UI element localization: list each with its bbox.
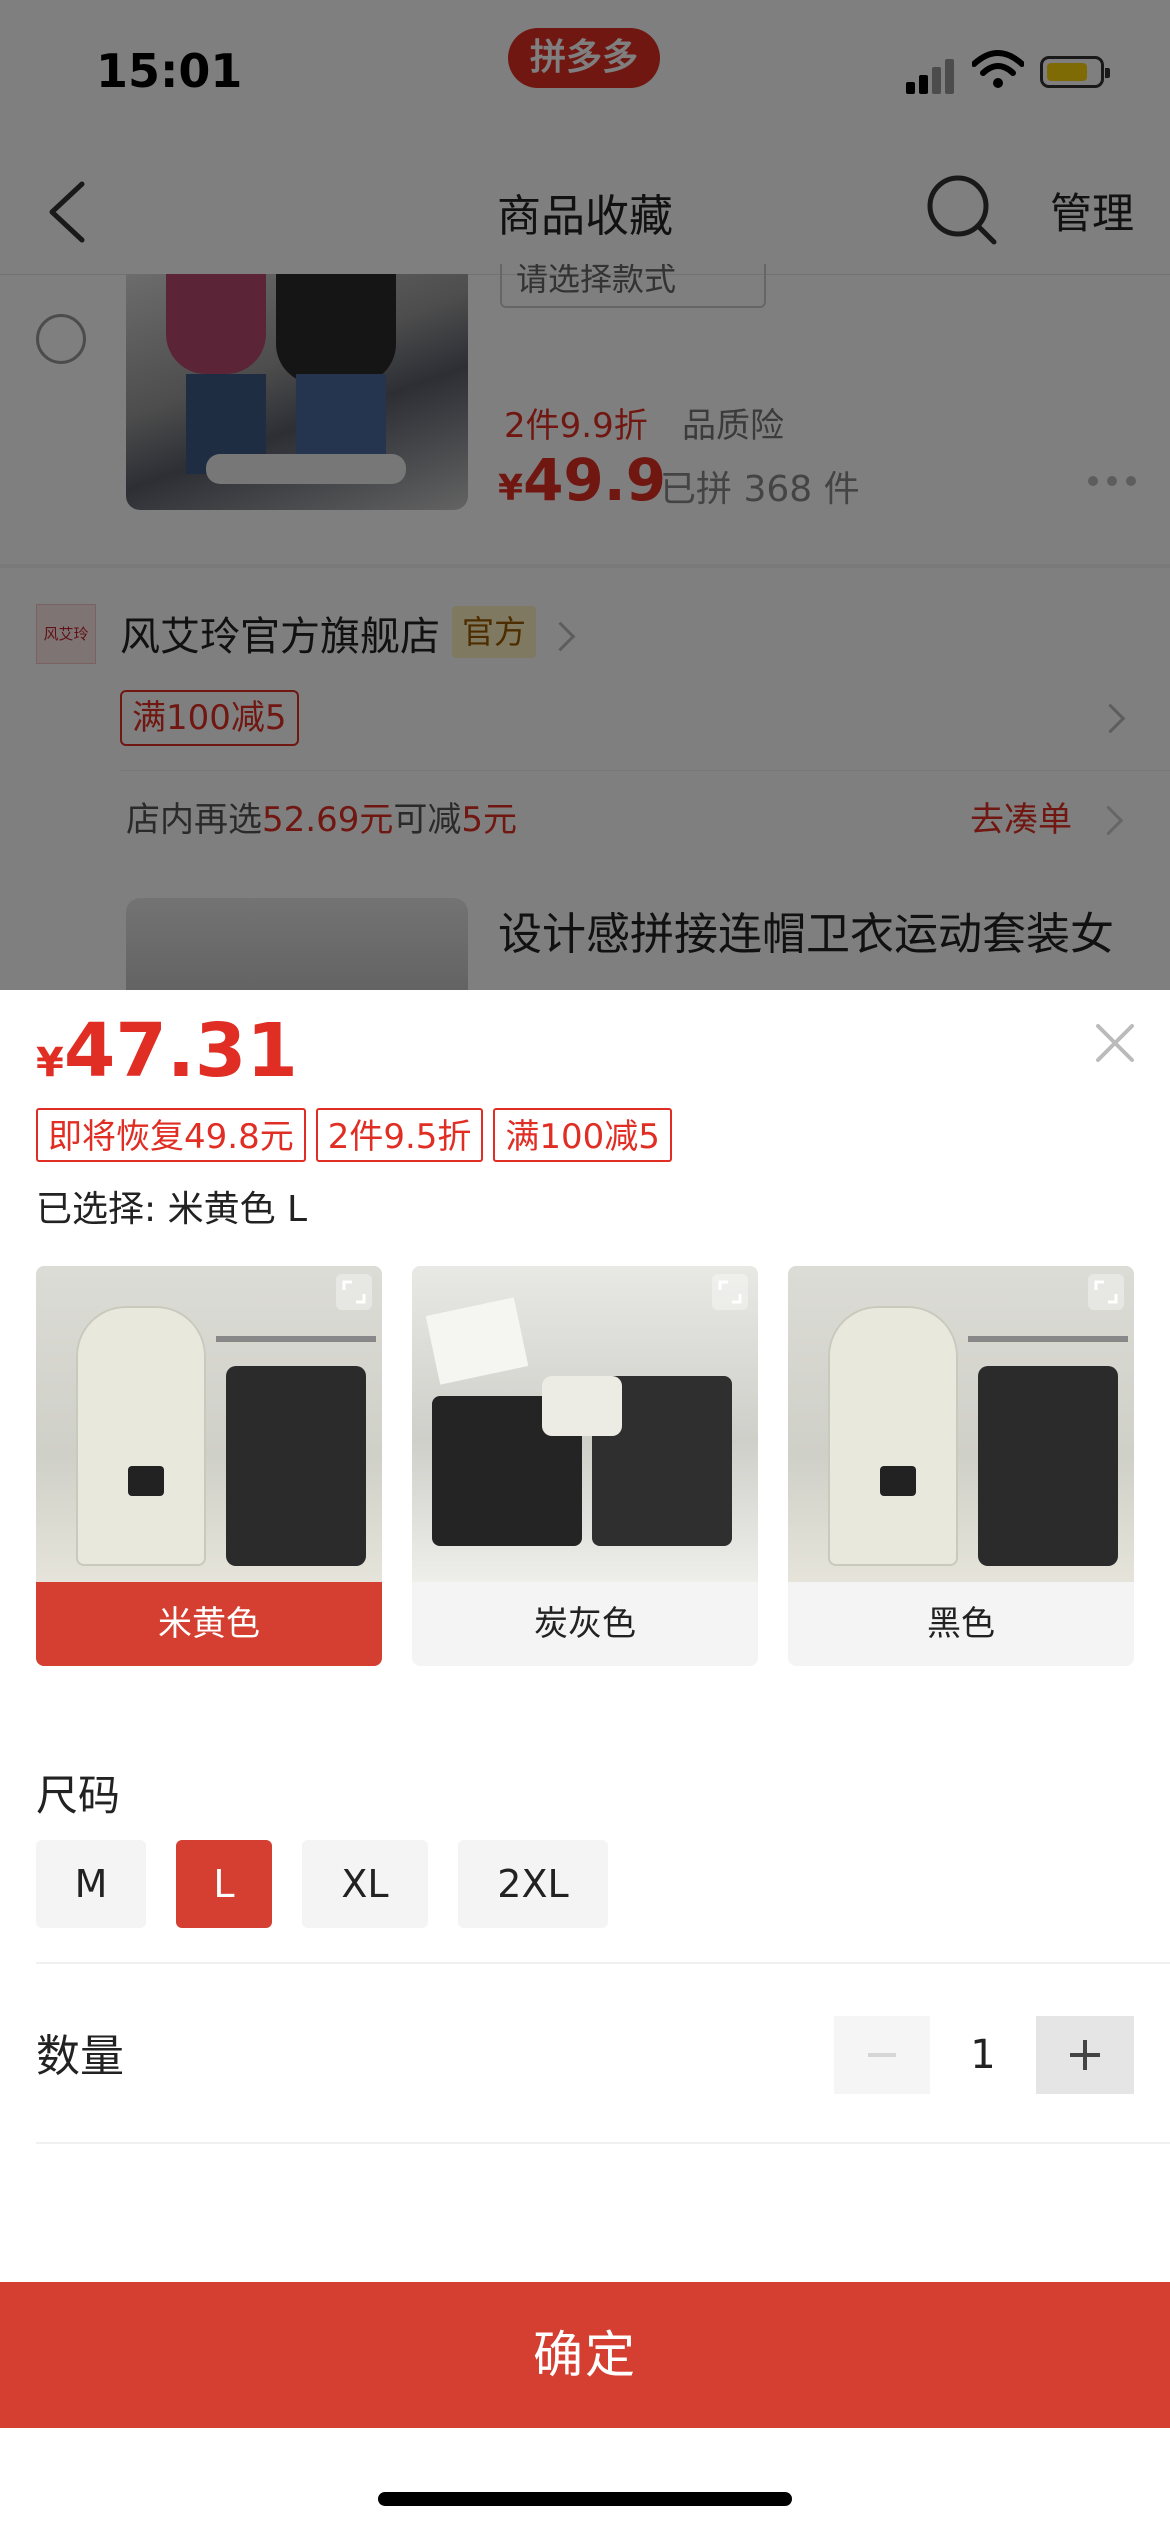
color-image xyxy=(36,1266,382,1582)
plus-icon xyxy=(1070,2040,1100,2070)
color-option[interactable]: 黑色 xyxy=(788,1266,1134,1666)
home-indicator[interactable] xyxy=(378,2492,792,2506)
dim-overlay[interactable] xyxy=(0,0,1170,990)
expand-icon[interactable] xyxy=(1088,1274,1124,1310)
color-label: 米黄色 xyxy=(36,1582,382,1666)
size-option-m[interactable]: M xyxy=(36,1840,146,1928)
sku-selector-sheet: ¥47.31 即将恢复49.8元 2件9.5折 满100减5 已选择: 米黄色 L … xyxy=(0,990,1170,2532)
color-image xyxy=(788,1266,1134,1582)
promo-tag: 2件9.5折 xyxy=(315,1108,484,1162)
color-option[interactable]: 炭灰色 xyxy=(412,1266,758,1666)
selected-summary: 已选择: 米黄色 L xyxy=(36,1189,308,1230)
quantity-title: 数量 xyxy=(36,2031,124,2082)
expand-icon[interactable] xyxy=(336,1274,372,1310)
color-label: 炭灰色 xyxy=(534,1604,636,1644)
sheet-price: ¥47.31 xyxy=(36,1008,298,1094)
close-icon[interactable] xyxy=(1090,1018,1140,1068)
currency-symbol: ¥ xyxy=(36,1040,64,1086)
color-option[interactable]: 米黄色 xyxy=(36,1266,382,1666)
minus-icon xyxy=(868,2053,896,2057)
color-options: 米黄色 炭灰色 黑色 xyxy=(36,1266,1136,1666)
color-image xyxy=(412,1266,758,1582)
divider xyxy=(36,1962,1170,1964)
size-title: 尺码 xyxy=(36,1771,121,1820)
promo-tags: 即将恢复49.8元 2件9.5折 满100减5 xyxy=(36,1108,682,1162)
divider xyxy=(36,2142,1170,2144)
quantity-value[interactable]: 1 xyxy=(930,2016,1036,2094)
expand-icon[interactable] xyxy=(712,1274,748,1310)
quantity-increase-button[interactable] xyxy=(1036,2016,1134,2094)
color-label: 黑色 xyxy=(927,1604,995,1644)
size-option-2xl[interactable]: 2XL xyxy=(458,1840,608,1928)
quantity-decrease-button[interactable] xyxy=(834,2016,930,2094)
price-value: 47.31 xyxy=(63,1008,298,1094)
size-option-xl[interactable]: XL xyxy=(302,1840,428,1928)
promo-tag: 满100减5 xyxy=(493,1108,672,1162)
promo-tag: 即将恢复49.8元 xyxy=(36,1108,306,1162)
confirm-button[interactable]: 确定 xyxy=(0,2282,1170,2428)
size-option-l[interactable]: L xyxy=(176,1840,272,1928)
